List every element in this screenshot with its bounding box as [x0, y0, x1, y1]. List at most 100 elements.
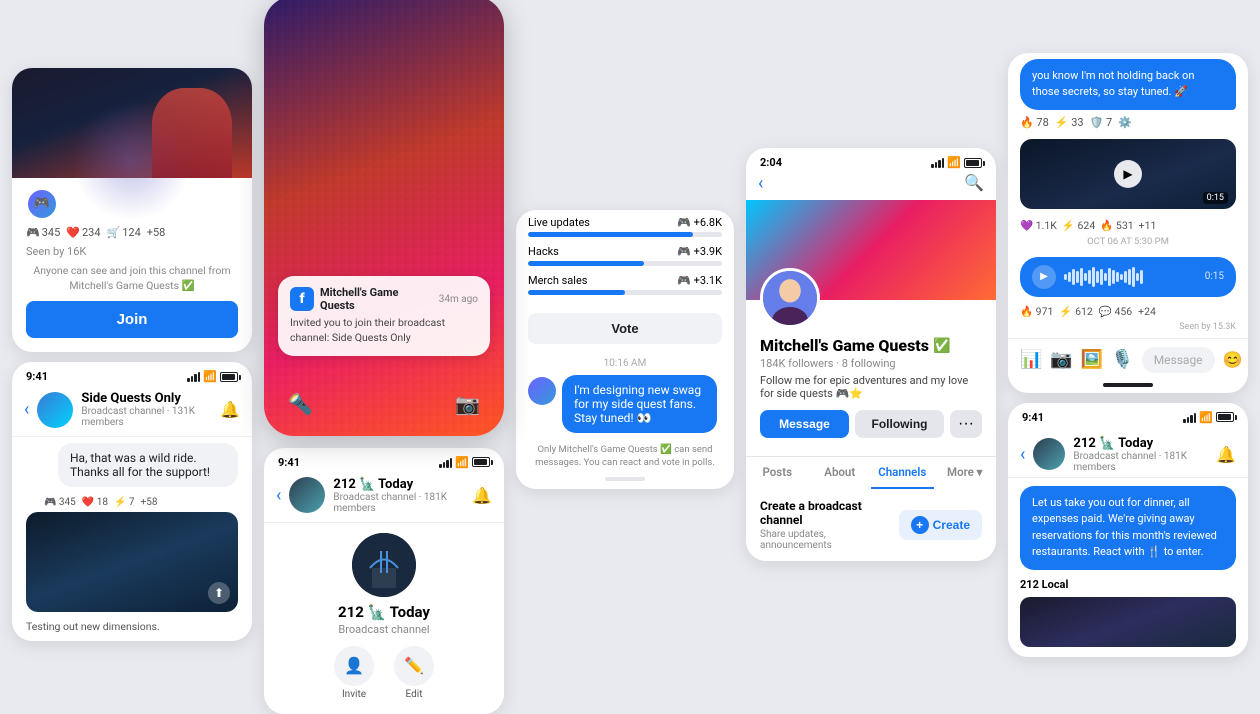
broadcast-header: ‹ 212 🗽 Today Broadcast channel · 181K m…: [264, 473, 504, 523]
reaction-heart: ❤️ 234: [66, 226, 100, 239]
profile-name: Mitchell's Game Quests ✅: [760, 336, 982, 355]
vr-lightning: ⚡ 624: [1062, 219, 1095, 232]
status-bar: 9:41 📶: [12, 362, 252, 387]
camera-icon[interactable]: 📷: [455, 392, 480, 416]
tab-channels[interactable]: Channels: [871, 457, 934, 489]
ar-lightning: ⚡ 612: [1059, 305, 1092, 318]
poll-track-1: [528, 261, 722, 266]
poll-items: Live updates 🎮 +6.8K Hacks 🎮 +3.9K M: [516, 210, 734, 307]
bcast-sm-time: 9:41: [1022, 411, 1044, 424]
bell-icon-2[interactable]: 🔔: [472, 486, 492, 505]
video-thumbnail: ▶ 0:15: [1020, 139, 1236, 209]
poll-track-2: [528, 290, 722, 295]
cover-image: [12, 68, 252, 178]
video-reactions: 💜 1.1K ⚡ 624 🔥 531 +11: [1008, 215, 1248, 234]
local-name: 212 Local: [1008, 574, 1248, 593]
battery-icon-4: [1216, 412, 1234, 422]
edit-label: Edit: [406, 689, 423, 700]
flashlight-icon[interactable]: 🔦: [288, 392, 313, 416]
broadcast-info: 212 🗽 Today Broadcast channel · 181K mem…: [333, 477, 464, 514]
broadcast-time: 9:41: [278, 456, 300, 469]
bridge-icon: [352, 533, 416, 597]
join-note: Anyone can see and join this channel fro…: [26, 264, 238, 293]
lockscreen-controls: 🔦 📷: [264, 392, 504, 416]
poll-stat-1: 🎮 +3.9K: [677, 245, 722, 258]
reply-bubble: I'm designing new swag for my side quest…: [562, 375, 717, 433]
bar-chart-icon[interactable]: 📊: [1020, 349, 1042, 370]
create-channel-row: Create a broadcast channel Share updates…: [746, 489, 996, 561]
channel-name: Side Quests Only: [81, 391, 212, 406]
join-button[interactable]: Join: [26, 301, 238, 338]
broadcast-sub: Broadcast channel · 181K members: [333, 492, 464, 514]
back-arrow-3[interactable]: ‹: [758, 173, 763, 194]
message-button[interactable]: Message: [760, 410, 849, 438]
tab-about[interactable]: About: [809, 457, 872, 489]
message-reactions-right: 🔥 78 ⚡ 33 🛡️ 7 ⚙️: [1008, 114, 1248, 133]
mic-icon[interactable]: 🎙️: [1111, 349, 1133, 370]
profile-stats: 184K followers · 8 following: [760, 357, 982, 370]
profile-time: 2:04: [760, 156, 782, 169]
battery-icon-2: [472, 457, 490, 467]
edit-action[interactable]: ✏️ Edit: [394, 646, 434, 700]
search-icon[interactable]: 🔍: [964, 173, 984, 194]
emoji-icon[interactable]: 😊: [1223, 350, 1243, 369]
lockscreen-texture: [264, 0, 504, 436]
create-label: Create: [933, 518, 970, 532]
signal-bars-2: [439, 457, 452, 468]
bell-icon[interactable]: 🔔: [220, 400, 240, 419]
back-arrow-4[interactable]: ‹: [1020, 444, 1025, 465]
audio-play-button[interactable]: ▶: [1032, 265, 1056, 289]
column-1: 🎮 🎮 345 ❤️ 234 🛒 124 +58 Seen by 16K Any…: [12, 68, 252, 641]
poll-label-1: Hacks: [528, 245, 559, 258]
bcast-sm-header: ‹ 212 🗽 Today Broadcast channel · 181K m…: [1008, 428, 1248, 478]
video-date: OCT 06 AT 5:30 PM: [1008, 234, 1248, 251]
reaction-cart: 🛒 124: [107, 226, 141, 239]
play-button[interactable]: ▶: [1114, 160, 1142, 188]
vote-button[interactable]: Vote: [528, 313, 722, 344]
bcast-sm-avatar: [1033, 438, 1065, 470]
tab-more[interactable]: More ▾: [934, 457, 997, 489]
poll-stat-2: 🎮 +3.1K: [677, 274, 722, 287]
notification-popup: f Mitchell's Game Quests 34m ago Invited…: [278, 276, 490, 355]
rx-lightning2: ⚡ 33: [1055, 116, 1084, 129]
message-input[interactable]: Message: [1142, 347, 1215, 373]
ar-fire: 🔥 971: [1020, 305, 1053, 318]
broadcast-avatar-small: [289, 477, 325, 513]
gamer-avatar-svg: [763, 268, 817, 328]
following-button[interactable]: Following: [855, 410, 944, 438]
image-icon[interactable]: 🖼️: [1081, 349, 1103, 370]
profile-status-bar: 2:04 📶: [746, 148, 996, 173]
broadcast-main-avatar: [352, 533, 416, 597]
invite-action[interactable]: 👤 Invite: [334, 646, 374, 700]
more-button[interactable]: ···: [950, 410, 982, 438]
vr-heart: 💜 1.1K: [1020, 219, 1057, 232]
bell-icon-4[interactable]: 🔔: [1216, 445, 1236, 464]
column-4: 2:04 📶 ‹ 🔍: [746, 148, 996, 561]
channel-avatar: [37, 392, 73, 428]
camera-icon-2[interactable]: 📷: [1050, 349, 1072, 370]
chat-message: Ha, that was a wild ride. Thanks all for…: [12, 437, 252, 493]
back-arrow-2[interactable]: ‹: [276, 485, 281, 506]
tab-posts[interactable]: Posts: [746, 457, 809, 489]
reply-section: I'm designing new swag for my side quest…: [516, 375, 734, 439]
channel-sub: Broadcast channel · 131K members: [81, 406, 212, 428]
reaction-gamepad: 🎮 345: [26, 226, 60, 239]
edit-icon: ✏️: [394, 646, 434, 686]
create-circle-icon: +: [911, 516, 929, 534]
wifi-icon: 📶: [203, 370, 217, 383]
channel-top-card: 🎮 🎮 345 ❤️ 234 🛒 124 +58 Seen by 16K Any…: [12, 68, 252, 352]
back-arrow[interactable]: ‹: [24, 399, 29, 420]
broadcast-subtitle: Broadcast channel: [278, 623, 490, 636]
audio-message: ▶: [1020, 257, 1236, 297]
vr-more: +11: [1139, 219, 1157, 232]
create-button[interactable]: + Create: [899, 510, 982, 540]
reaction-row: 🎮 345 ❤️ 234 🛒 124 +58: [26, 226, 238, 239]
rx-more: +58: [141, 497, 158, 508]
signal-bars-3: [931, 157, 944, 168]
share-button[interactable]: ⬆: [208, 582, 230, 604]
verified-badge: ✅: [933, 338, 950, 354]
profile-tabs: Posts About Channels More ▾: [746, 456, 996, 489]
cover-silhouette: [152, 88, 232, 178]
outgoing-message: you know I'm not holding back on those s…: [1020, 59, 1236, 110]
broadcast-title: 212 🗽 Today: [278, 603, 490, 621]
